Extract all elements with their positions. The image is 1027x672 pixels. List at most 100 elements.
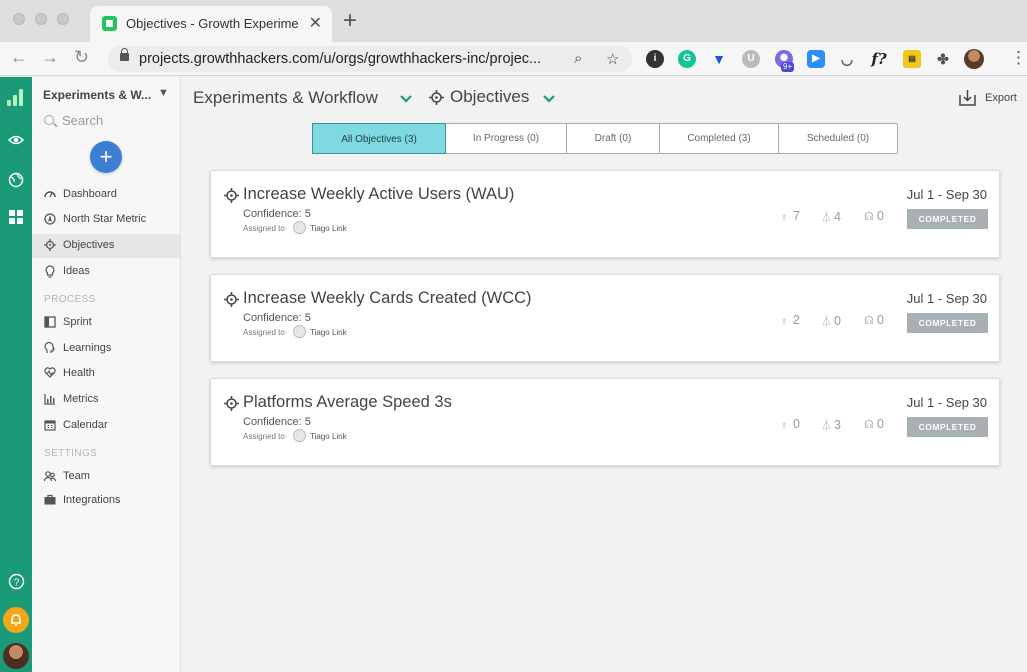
- bell-icon[interactable]: [3, 607, 29, 633]
- chevron-down-icon[interactable]: [543, 92, 555, 106]
- zoom-meeting-icon[interactable]: ▶: [807, 50, 825, 68]
- help-icon[interactable]: ?: [6, 573, 26, 593]
- growthhackers-logo-icon[interactable]: [7, 88, 25, 106]
- url-text: projects.growthhackers.com/u/orgs/growth…: [139, 51, 542, 67]
- window-minimize-button[interactable]: [35, 13, 47, 25]
- assignee-avatar: [293, 221, 306, 234]
- settings-section-label: SETTINGS: [44, 448, 98, 459]
- sidebar-item-label: Learnings: [63, 342, 112, 354]
- assignee-avatar: [293, 429, 306, 442]
- address-bar[interactable]: projects.growthhackers.com/u/orgs/growth…: [108, 46, 632, 72]
- zoom-icon[interactable]: ⌕: [574, 50, 582, 67]
- target-icon: [429, 90, 444, 105]
- download-icon: [959, 89, 976, 106]
- target-icon: [44, 239, 56, 252]
- vpn-extension-icon[interactable]: ▼: [710, 50, 728, 68]
- browser-menu-icon[interactable]: ⋮: [1010, 48, 1027, 68]
- briefcase-icon: [44, 494, 56, 507]
- target-icon: [224, 292, 239, 307]
- objective-card[interactable]: Increase Weekly Cards Created (WCC) Conf…: [210, 274, 1000, 362]
- ublock-icon[interactable]: U: [742, 50, 760, 68]
- sidebar-item-ideas[interactable]: Ideas: [32, 260, 180, 284]
- sidebar-item-sprint[interactable]: Sprint: [32, 311, 180, 335]
- add-button[interactable]: +: [90, 141, 122, 173]
- sidebar-item-team[interactable]: Team: [32, 465, 180, 489]
- sidebar-item-calendar[interactable]: Calendar: [32, 414, 180, 438]
- status-badge: COMPLETED: [907, 209, 988, 229]
- assignee-name[interactable]: Tiago Link: [310, 224, 347, 233]
- profile-avatar[interactable]: [964, 49, 984, 69]
- objective-card[interactable]: Platforms Average Speed 3s Confidence: 5…: [210, 378, 1000, 466]
- sidebar-item-label: Integrations: [63, 494, 121, 506]
- workspace-name[interactable]: Experiments & W...: [43, 88, 151, 102]
- objective-confidence: Confidence: 5: [243, 312, 311, 324]
- grid-icon[interactable]: [6, 209, 26, 229]
- sidebar-item-objectives[interactable]: Objectives: [32, 234, 180, 258]
- target-icon: [224, 396, 239, 411]
- sidebar-item-label: Calendar: [63, 419, 108, 431]
- svg-text:?: ?: [13, 578, 19, 589]
- tab-in-progress[interactable]: In Progress (0): [446, 124, 567, 153]
- objective-card[interactable]: Increase Weekly Active Users (WAU) Confi…: [210, 170, 1000, 258]
- dashboard-icon: [44, 188, 56, 201]
- status-badge: COMPLETED: [907, 417, 988, 437]
- lightbulb-icon: ♁: [780, 419, 789, 431]
- assignee-name[interactable]: Tiago Link: [310, 328, 347, 337]
- app-rail: ?: [0, 77, 32, 672]
- assignee-avatar: [293, 325, 306, 338]
- sidebar-item-learnings[interactable]: Learnings: [32, 337, 180, 361]
- chevron-down-icon[interactable]: ▼: [158, 87, 169, 99]
- window-zoom-button[interactable]: [57, 13, 69, 25]
- assignee-name[interactable]: Tiago Link: [310, 432, 347, 441]
- lightbulb-icon: ♁: [780, 315, 789, 327]
- experiments-count: ⏃ 3: [821, 418, 841, 432]
- project-breadcrumb[interactable]: Experiments & Workflow: [193, 88, 378, 108]
- eye-icon[interactable]: [6, 132, 26, 152]
- ideas-count: ♁ 0: [780, 417, 800, 431]
- back-icon[interactable]: ←: [10, 47, 28, 68]
- info-extension-icon[interactable]: i: [646, 50, 664, 68]
- close-tab-icon[interactable]: ✕: [309, 13, 322, 33]
- objective-title[interactable]: Increase Weekly Cards Created (WCC): [243, 289, 532, 308]
- experiments-count: ⏃ 0: [821, 314, 841, 328]
- objective-dates: Jul 1 - Sep 30: [906, 395, 987, 410]
- reload-icon[interactable]: ↻: [74, 47, 89, 68]
- extensions-puzzle-icon[interactable]: ✤: [934, 50, 952, 68]
- sidebar-item-integrations[interactable]: Integrations: [32, 489, 180, 513]
- pocket-icon[interactable]: ◡: [838, 50, 856, 68]
- window-close-button[interactable]: [13, 13, 25, 25]
- font-identifier-icon[interactable]: f?: [870, 50, 888, 68]
- objective-title[interactable]: Increase Weekly Active Users (WAU): [243, 185, 514, 204]
- browser-tabstrip: Objectives - Growth Experimen ✕ +: [0, 0, 1027, 42]
- tab-draft[interactable]: Draft (0): [567, 124, 660, 153]
- browser-tab[interactable]: Objectives - Growth Experimen ✕: [90, 6, 332, 42]
- tab-scheduled[interactable]: Scheduled (0): [779, 124, 897, 153]
- user-avatar[interactable]: [3, 643, 29, 669]
- sidebar-item-label: Dashboard: [63, 188, 117, 200]
- sidebar-item-metrics[interactable]: Metrics: [32, 388, 180, 412]
- bookmark-extension-icon[interactable]: ▤: [903, 50, 921, 68]
- sidebar-item-label: Metrics: [63, 393, 99, 405]
- lightbulb-icon: [44, 265, 56, 278]
- grammarly-icon[interactable]: G: [678, 50, 696, 68]
- objective-confidence: Confidence: 5: [243, 208, 311, 220]
- export-label: Export: [985, 92, 1017, 104]
- sidebar-item-health[interactable]: Health: [32, 362, 180, 386]
- bookmark-star-icon[interactable]: ☆: [606, 50, 619, 68]
- tab-completed[interactable]: Completed (3): [660, 124, 779, 153]
- learnings-count: ☊ 0: [864, 417, 884, 431]
- forward-icon[interactable]: →: [41, 47, 59, 68]
- section-breadcrumb[interactable]: Objectives: [450, 87, 529, 107]
- sidebar: Experiments & W... ▼ Search + Dashboard …: [32, 77, 181, 672]
- objective-title[interactable]: Platforms Average Speed 3s: [243, 393, 452, 412]
- new-tab-button[interactable]: +: [343, 7, 357, 35]
- globe-icon[interactable]: [6, 172, 26, 192]
- chevron-down-icon[interactable]: [400, 92, 412, 106]
- brain-icon: ☊: [864, 315, 874, 327]
- browser-toolbar: ← → ↻ projects.growthhackers.com/u/orgs/…: [0, 42, 1027, 76]
- sidebar-search[interactable]: Search: [43, 112, 173, 132]
- tab-all-objectives[interactable]: All Objectives (3): [312, 123, 446, 154]
- sidebar-item-north-star-metric[interactable]: North Star Metric: [32, 208, 180, 232]
- sidebar-item-dashboard[interactable]: Dashboard: [32, 183, 180, 207]
- flask-icon: ⏃: [821, 316, 832, 328]
